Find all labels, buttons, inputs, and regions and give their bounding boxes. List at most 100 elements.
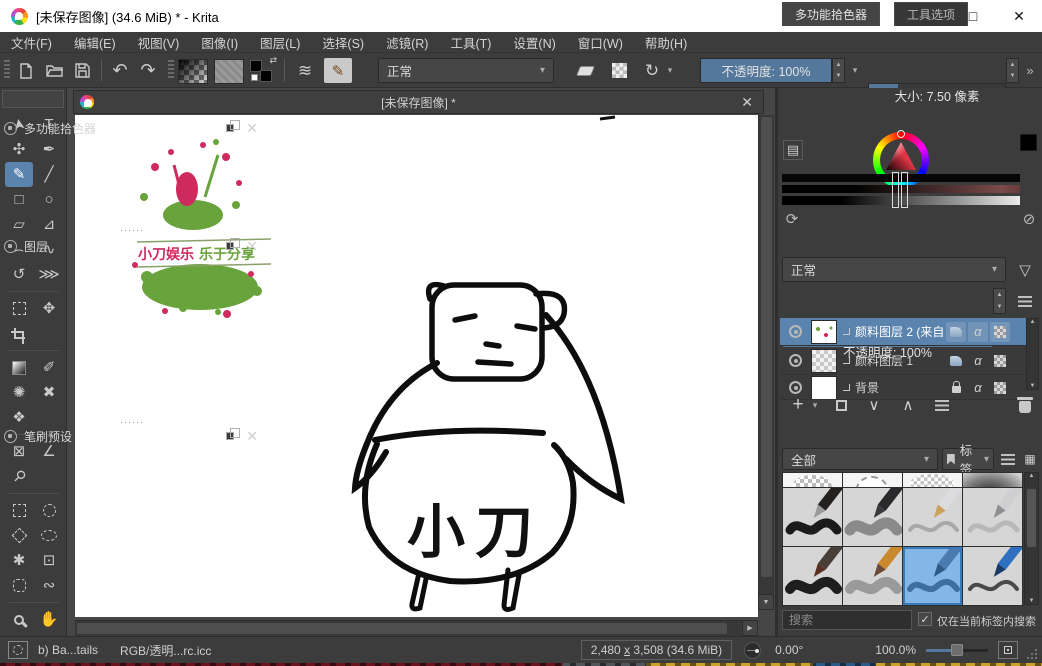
swap-colors-icon[interactable]: ⇄ [269, 55, 277, 66]
undo-button[interactable]: ↶ [108, 58, 132, 83]
preserve-alpha-button[interactable] [606, 58, 632, 83]
brush-preset-cell[interactable] [963, 547, 1022, 605]
sv-triangle[interactable] [886, 142, 916, 170]
tool-color-sampler[interactable]: ✐ [35, 355, 63, 380]
tool-multibrush[interactable]: ⋙ [35, 262, 63, 287]
brush-scrollbar[interactable]: ▲ ▼ [1024, 472, 1039, 605]
window-resize-grip[interactable] [1026, 648, 1038, 660]
add-layer-caret[interactable]: ▾ [810, 392, 820, 418]
tool-bezier-select[interactable] [5, 573, 33, 598]
color-component-sliders[interactable] [782, 172, 1020, 208]
opacity-options-caret[interactable]: ▾ [848, 58, 862, 83]
docker-drag-handle[interactable]: ······ [0, 420, 264, 425]
eye-visibility-icon[interactable] [789, 325, 802, 338]
arrow-down-icon[interactable]: ▼ [1025, 598, 1038, 604]
inherit-alpha-icon[interactable] [946, 322, 966, 342]
layer-scrollbar[interactable]: ▲ ▼ [1026, 318, 1039, 390]
layer-alpha-channel-icon[interactable] [990, 378, 1010, 398]
edit-brush-settings-button[interactable]: ✎ [324, 58, 352, 83]
canvas-horizontal-scrollbar[interactable] [75, 620, 742, 636]
selection-display-icon[interactable] [8, 641, 28, 659]
move-layer-down-button[interactable]: ∨ [860, 392, 888, 418]
layer-filter-button[interactable]: ▽ [1012, 257, 1038, 282]
zoom-fit-button[interactable] [998, 641, 1018, 659]
tool-crop[interactable] [5, 321, 33, 346]
brush-preset-cell-partial[interactable] [963, 473, 1022, 487]
tool-calligraphy[interactable]: ✒ [35, 137, 63, 162]
tool-rectangle[interactable]: □ [5, 187, 33, 212]
tool-ellipse-select[interactable] [35, 498, 63, 523]
toolbar-grip[interactable] [4, 60, 10, 80]
tag-button[interactable]: 标签 ▾ [942, 448, 994, 470]
no-color-button[interactable]: ⊘ [1020, 210, 1038, 228]
float-docker-icon[interactable] [226, 242, 234, 250]
menu-item[interactable]: 设置(N) [502, 31, 566, 54]
choose-brush-preset-button[interactable]: ≋ [292, 58, 318, 83]
docker-lock-icon[interactable] [4, 430, 17, 443]
tab-advanced-color-selector[interactable]: 多功能拾色器 [782, 2, 880, 26]
tool-reference-images[interactable]: ⚲ [5, 464, 33, 489]
layer-properties-button[interactable] [928, 392, 956, 418]
zoom-slider-handle[interactable] [951, 644, 963, 656]
layer-alpha-channel-icon[interactable] [990, 351, 1010, 371]
close-docker-icon[interactable]: ✕ [246, 428, 258, 445]
zoom-slider[interactable] [926, 649, 988, 652]
opacity-spinner[interactable]: ▲▼ [832, 58, 845, 83]
brush-preset-cell-partial[interactable] [783, 473, 842, 487]
tool-smart-patch[interactable]: ✖ [35, 380, 63, 405]
brush-search-input[interactable] [782, 610, 912, 630]
gradient-chooser[interactable] [178, 59, 208, 84]
save-button[interactable] [70, 58, 94, 83]
menu-item[interactable]: 文件(F) [0, 31, 63, 54]
spin-up-icon[interactable]: ▲ [1007, 59, 1018, 71]
redo-button[interactable]: ↷ [136, 58, 160, 83]
blending-mode-dropdown[interactable]: 正常 ▾ [378, 58, 554, 83]
docker-lock-icon[interactable] [4, 240, 17, 253]
toolbox-header[interactable] [2, 90, 64, 108]
tool-magnetic-select[interactable]: ∾ [35, 573, 63, 598]
open-button[interactable] [42, 58, 66, 83]
duplicate-layer-button[interactable] [828, 392, 854, 418]
menu-item[interactable]: 选择(S) [311, 31, 375, 54]
image-dimensions[interactable]: 2,480 x 3,508 (34.6 MiB) [581, 640, 732, 660]
tool-move[interactable]: ✥ [35, 296, 63, 321]
close-docker-icon[interactable]: ✕ [246, 120, 258, 137]
scroll-down-button[interactable]: ▼ [758, 594, 774, 610]
float-docker-icon[interactable] [226, 124, 234, 132]
docker-lock-icon[interactable] [4, 122, 17, 135]
brush-preset-cell-partial[interactable] [903, 473, 962, 487]
toolbar-grip[interactable] [168, 60, 174, 80]
layer-thumbnail[interactable] [811, 320, 837, 344]
size-spinner[interactable]: ▲▼ [1006, 58, 1019, 83]
menu-item[interactable]: 编辑(E) [63, 31, 127, 54]
brush-preset-cell[interactable] [903, 488, 962, 546]
menu-item[interactable]: 工具(T) [439, 31, 502, 54]
scrollbar-thumb[interactable] [1027, 489, 1036, 547]
rotation-dial-icon[interactable] [744, 642, 761, 659]
docker-drag-handle[interactable]: ······ [0, 228, 264, 233]
default-colors-swatch[interactable] [251, 74, 258, 81]
spin-down-icon[interactable]: ▼ [833, 71, 844, 83]
tool-similar-color-select[interactable]: ✱ [5, 548, 33, 573]
tool-colorize-mask[interactable]: ✺ [5, 380, 33, 405]
background-color-swatch[interactable] [260, 70, 272, 82]
layer-opacity-spinner[interactable]: ▲▼ [993, 288, 1006, 314]
delete-layer-button[interactable] [1012, 392, 1038, 418]
arrow-down-icon[interactable]: ▼ [1027, 383, 1038, 389]
hue-handle[interactable] [897, 130, 905, 138]
brush-display-button[interactable]: ▦ [1022, 448, 1038, 470]
float-docker-icon[interactable] [226, 432, 234, 440]
scrollbar-thumb[interactable] [761, 117, 772, 577]
brush-filter-dropdown[interactable]: 全部 ▾ [782, 448, 938, 470]
tool-ellipse[interactable]: ○ [35, 187, 63, 212]
color-selector-settings-button[interactable]: ▤ [783, 140, 803, 160]
tool-select-from-color[interactable]: ⊡ [35, 548, 63, 573]
canvas[interactable]: 小刀娱乐乐于分享 小刀 [75, 115, 758, 617]
brush-view-menu-button[interactable] [998, 448, 1018, 470]
layer-alpha-channel-icon[interactable] [990, 322, 1010, 342]
move-layer-up-button[interactable]: ∧ [894, 392, 922, 418]
menu-item[interactable]: 窗口(W) [567, 31, 634, 54]
tool-polyline[interactable]: ⊿ [35, 212, 63, 237]
bar-handle[interactable] [901, 172, 908, 208]
layer-options-button[interactable] [1012, 288, 1038, 314]
